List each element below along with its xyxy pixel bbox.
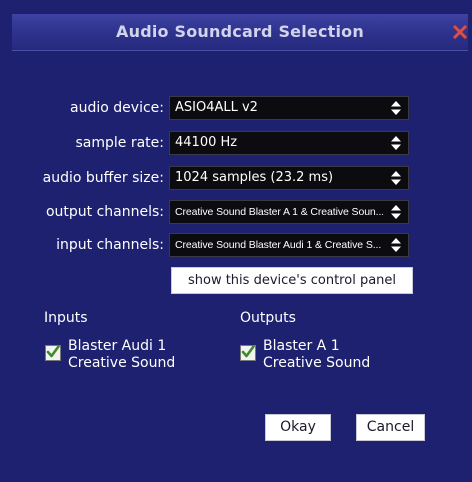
output-channels-label: output channels:: [45, 204, 164, 220]
up-down-arrows-icon: [391, 205, 401, 219]
checkmark-icon: [241, 345, 255, 358]
output-channel-checkbox[interactable]: [240, 345, 256, 361]
input-channel-label: Blaster Audi 1 Creative Sound: [68, 338, 175, 372]
okay-button[interactable]: Okay: [265, 414, 331, 441]
up-down-arrows-icon: [391, 238, 401, 252]
input-channel-line2: Creative Sound: [68, 355, 176, 371]
input-channels-select[interactable]: Creative Sound Blaster Audi 1 & Creative…: [169, 233, 409, 257]
input-channel-checkbox[interactable]: [45, 345, 61, 361]
title-bar[interactable]: Audio Soundcard Selection: [12, 14, 468, 51]
up-down-arrows-icon: [391, 171, 401, 185]
show-control-panel-button[interactable]: show this device's control panel: [171, 267, 413, 294]
checkmark-icon: [46, 345, 60, 358]
inputs-heading: Inputs: [44, 310, 88, 326]
buffer-size-label: audio buffer size:: [42, 170, 164, 186]
audio-device-select[interactable]: ASIO4ALL v2: [169, 96, 409, 120]
buffer-size-select[interactable]: 1024 samples (23.2 ms): [169, 166, 409, 190]
input-channels-value: Creative Sound Blaster Audi 1 & Creative…: [175, 239, 382, 251]
output-channels-select[interactable]: Creative Sound Blaster A 1 & Creative So…: [169, 200, 409, 224]
close-icon[interactable]: [449, 21, 471, 43]
outputs-heading: Outputs: [240, 310, 296, 326]
sample-rate-select[interactable]: 44100 Hz: [169, 131, 409, 155]
up-down-arrows-icon: [391, 101, 401, 115]
audio-soundcard-dialog: Audio Soundcard Selection audio device: …: [0, 0, 472, 482]
output-channels-value: Creative Sound Blaster A 1 & Creative So…: [175, 206, 383, 218]
up-down-arrows-icon: [391, 136, 401, 150]
input-channels-label: input channels:: [56, 237, 164, 253]
audio-device-label: audio device:: [70, 100, 164, 116]
output-channel-line2: Creative Sound: [263, 355, 371, 371]
buffer-size-value: 1024 samples (23.2 ms): [175, 170, 334, 185]
input-channel-line1: Blaster Audi 1: [68, 338, 167, 354]
sample-rate-label: sample rate:: [75, 135, 164, 151]
audio-device-value: ASIO4ALL v2: [175, 100, 258, 115]
output-channel-label: Blaster A 1 Creative Sound: [263, 338, 370, 372]
sample-rate-value: 44100 Hz: [175, 135, 238, 150]
dialog-title: Audio Soundcard Selection: [116, 22, 364, 41]
output-channel-line1: Blaster A 1: [263, 338, 340, 354]
cancel-button[interactable]: Cancel: [356, 414, 425, 441]
